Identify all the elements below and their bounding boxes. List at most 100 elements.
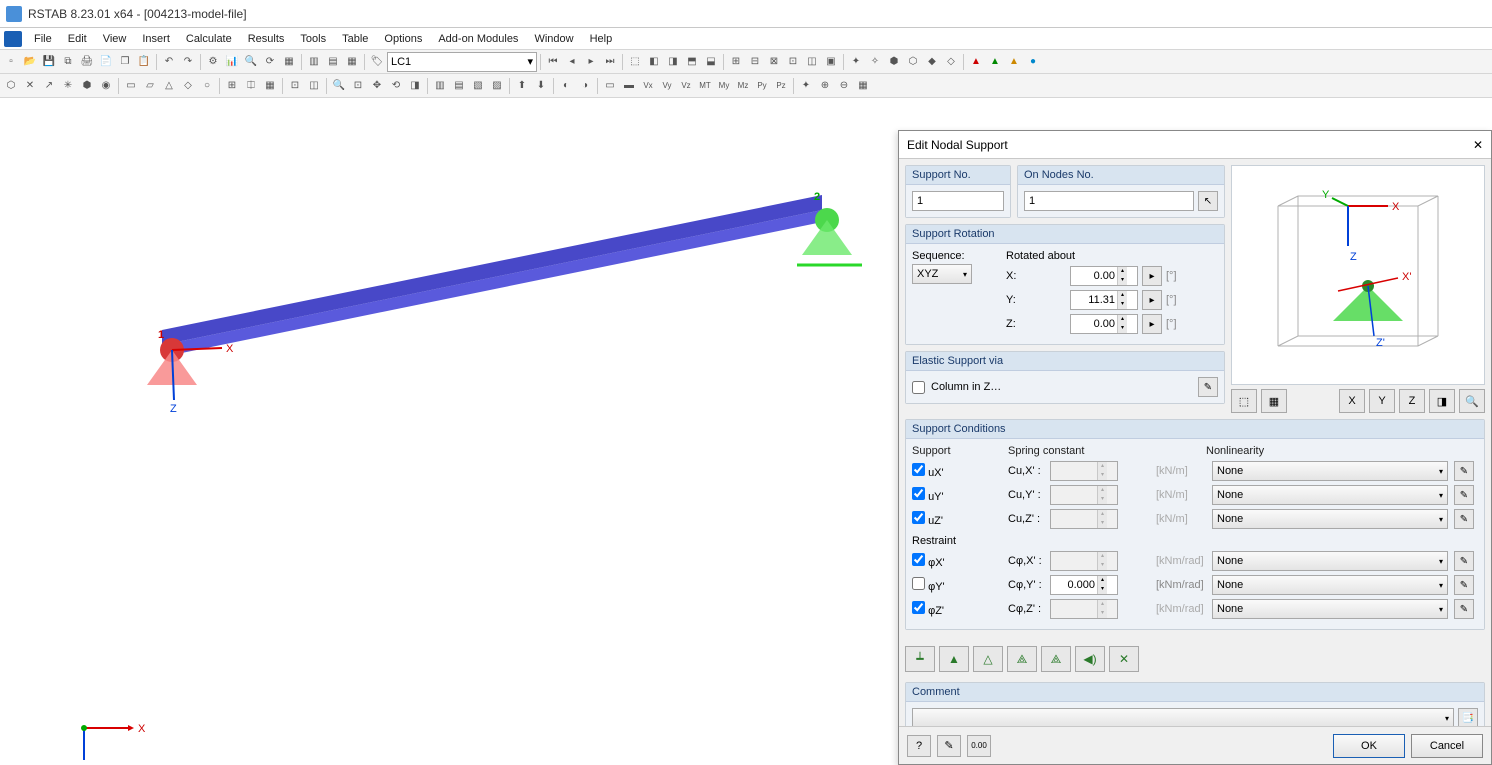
menu-tools[interactable]: Tools (292, 31, 334, 47)
rot-x-input[interactable]: ▴▾ (1070, 266, 1138, 286)
t2-a[interactable]: ⬡ (2, 77, 20, 95)
dialog-titlebar[interactable]: Edit Nodal Support ✕ (899, 131, 1491, 159)
t2-l[interactable]: ⊞ (223, 77, 241, 95)
rot-x-pick-icon[interactable]: ▸ (1142, 266, 1162, 286)
t2-6[interactable]: Mz (734, 77, 752, 95)
menu-table[interactable]: Table (334, 31, 376, 47)
tb-n[interactable]: ⬢ (885, 53, 903, 71)
menu-file[interactable]: File (26, 31, 60, 47)
tb-f[interactable]: ⊞ (727, 53, 745, 71)
pan-icon[interactable]: ✥ (368, 77, 386, 95)
preset-free-icon[interactable]: ✕ (1109, 646, 1139, 672)
column-z-edit-icon[interactable]: ✎ (1198, 377, 1218, 397)
tb-k[interactable]: ▣ (822, 53, 840, 71)
preset-roller-icon[interactable]: △ (973, 646, 1003, 672)
tb-m[interactable]: ✧ (866, 53, 884, 71)
t2-g[interactable]: ▭ (122, 77, 140, 95)
restraint-check[interactable] (912, 601, 925, 614)
preset-fixed-icon[interactable]: ▲ (939, 646, 969, 672)
zoom-window-icon[interactable]: ⊡ (349, 77, 367, 95)
tb-o[interactable]: ⬡ (904, 53, 922, 71)
t2-e[interactable]: ⬢ (78, 77, 96, 95)
menu-window[interactable]: Window (526, 31, 581, 47)
help-icon[interactable]: ? (907, 735, 931, 757)
support-check[interactable] (912, 511, 925, 524)
tb-u[interactable]: ● (1024, 53, 1042, 71)
t2-p[interactable]: ◫ (305, 77, 323, 95)
tb-b[interactable]: ◧ (645, 53, 663, 71)
t2-y[interactable]: ▭ (601, 77, 619, 95)
cancel-button[interactable]: Cancel (1411, 734, 1483, 758)
t2-5[interactable]: My (715, 77, 733, 95)
report-icon[interactable]: 📄 (97, 53, 115, 71)
menu-view[interactable]: View (95, 31, 135, 47)
rot-y-pick-icon[interactable]: ▸ (1142, 290, 1162, 310)
t2-k[interactable]: ○ (198, 77, 216, 95)
rot-z-pick-icon[interactable]: ▸ (1142, 314, 1162, 334)
t2-u[interactable]: ⬆ (513, 77, 531, 95)
note-icon[interactable]: ✎ (937, 735, 961, 757)
rotate-icon[interactable]: ⟲ (387, 77, 405, 95)
zoom-extents-icon[interactable]: 🔍 (330, 77, 348, 95)
lc-first-icon[interactable]: ⏮ (544, 53, 562, 71)
redo-icon[interactable]: ↷ (179, 53, 197, 71)
grid-icon[interactable]: ▦ (280, 53, 298, 71)
preview-z-icon[interactable]: Z (1399, 389, 1425, 413)
t2-t[interactable]: ▨ (488, 77, 506, 95)
results-icon[interactable]: 📊 (223, 53, 241, 71)
lc-icon[interactable]: 🏷 (368, 53, 386, 71)
preview-zoom-icon[interactable]: 🔍 (1459, 389, 1485, 413)
support-check[interactable] (912, 463, 925, 476)
open-icon[interactable]: 📂 (21, 53, 39, 71)
t2-1[interactable]: Vx (639, 77, 657, 95)
save-icon[interactable]: 💾 (40, 53, 58, 71)
t2-7[interactable]: Py (753, 77, 771, 95)
t2-11[interactable]: ⊖ (835, 77, 853, 95)
tb-h[interactable]: ⊠ (765, 53, 783, 71)
tb-i[interactable]: ⊡ (784, 53, 802, 71)
support-nonlin-combo[interactable]: None▾ (1212, 509, 1448, 529)
calc-icon[interactable]: ⚙ (204, 53, 222, 71)
t2-3[interactable]: Vz (677, 77, 695, 95)
on-nodes-input[interactable] (1024, 191, 1194, 211)
saveall-icon[interactable]: ⧉ (59, 53, 77, 71)
restraint-nonlin-edit-icon[interactable]: ✎ (1454, 575, 1474, 595)
t2-9[interactable]: ✦ (797, 77, 815, 95)
menu-insert[interactable]: Insert (134, 31, 178, 47)
t2-12[interactable]: ▦ (854, 77, 872, 95)
preview-3d-icon[interactable]: ◨ (1429, 389, 1455, 413)
t2-c[interactable]: ↗ (40, 77, 58, 95)
print-icon[interactable]: 🖨 (78, 53, 96, 71)
loadcase-combo[interactable]: LC1▾ (387, 52, 537, 72)
support-nonlin-combo[interactable]: None▾ (1212, 461, 1448, 481)
t2-z[interactable]: ▬ (620, 77, 638, 95)
preview-view-icon[interactable]: ▦ (1261, 389, 1287, 413)
tb-q[interactable]: ◇ (942, 53, 960, 71)
t2-i[interactable]: △ (160, 77, 178, 95)
t2-j[interactable]: ◇ (179, 77, 197, 95)
ok-button[interactable]: OK (1333, 734, 1405, 758)
iso-icon[interactable]: ◨ (406, 77, 424, 95)
lc-last-icon[interactable]: ⏭ (601, 53, 619, 71)
tb-l[interactable]: ✦ (847, 53, 865, 71)
preview-y-icon[interactable]: Y (1369, 389, 1395, 413)
undo-icon[interactable]: ↶ (160, 53, 178, 71)
t2-w[interactable]: ◐ (557, 77, 575, 95)
t2-r[interactable]: ▤ (450, 77, 468, 95)
t2-s[interactable]: ▧ (469, 77, 487, 95)
support-nonlin-edit-icon[interactable]: ✎ (1454, 461, 1474, 481)
t2-b[interactable]: ✕ (21, 77, 39, 95)
preview-iso-icon[interactable]: ⬚ (1231, 389, 1257, 413)
restraint-nonlin-edit-icon[interactable]: ✎ (1454, 599, 1474, 619)
menu-edit[interactable]: Edit (60, 31, 95, 47)
tb-g[interactable]: ⊟ (746, 53, 764, 71)
t2-o[interactable]: ⊡ (286, 77, 304, 95)
paste-icon[interactable]: 📋 (135, 53, 153, 71)
preset-hinged-icon[interactable]: ┷ (905, 646, 935, 672)
restraint-nonlin-combo[interactable]: None▾ (1212, 599, 1448, 619)
restraint-check[interactable] (912, 577, 925, 590)
t2-m[interactable]: ⎅ (242, 77, 260, 95)
new-icon[interactable]: ▫ (2, 53, 20, 71)
t2-h[interactable]: ▱ (141, 77, 159, 95)
support-check[interactable] (912, 487, 925, 500)
